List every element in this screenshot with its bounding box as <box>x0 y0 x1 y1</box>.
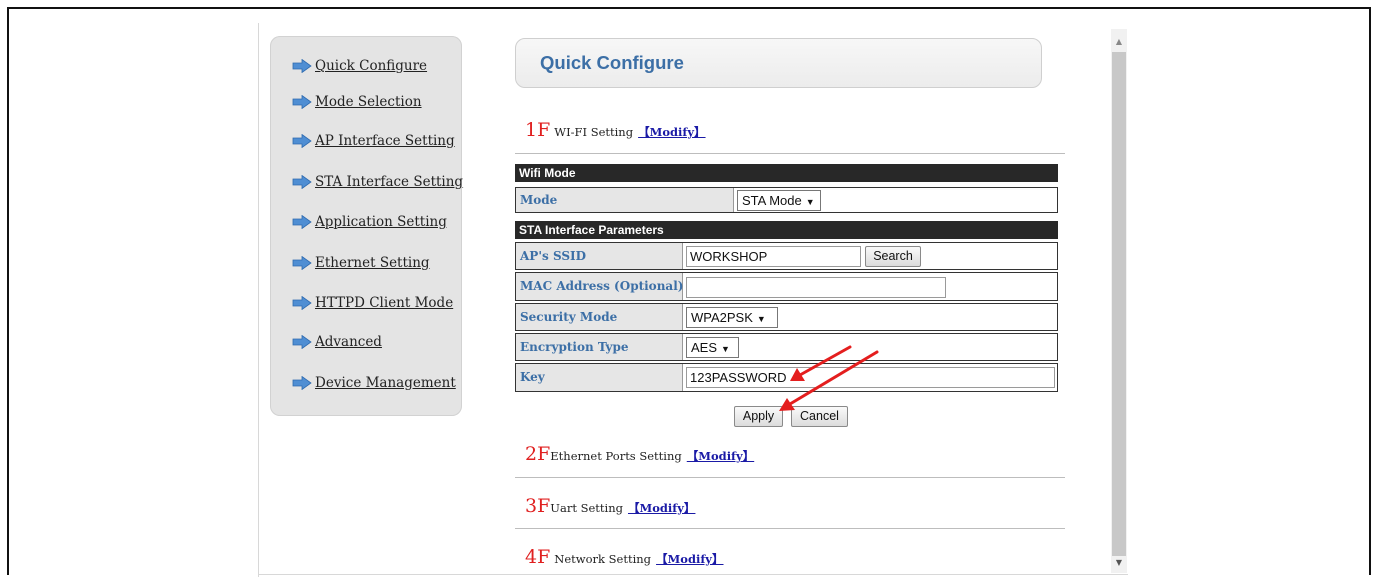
annotation-arrow-to-key <box>790 345 852 381</box>
annotation-arrows <box>779 345 879 411</box>
